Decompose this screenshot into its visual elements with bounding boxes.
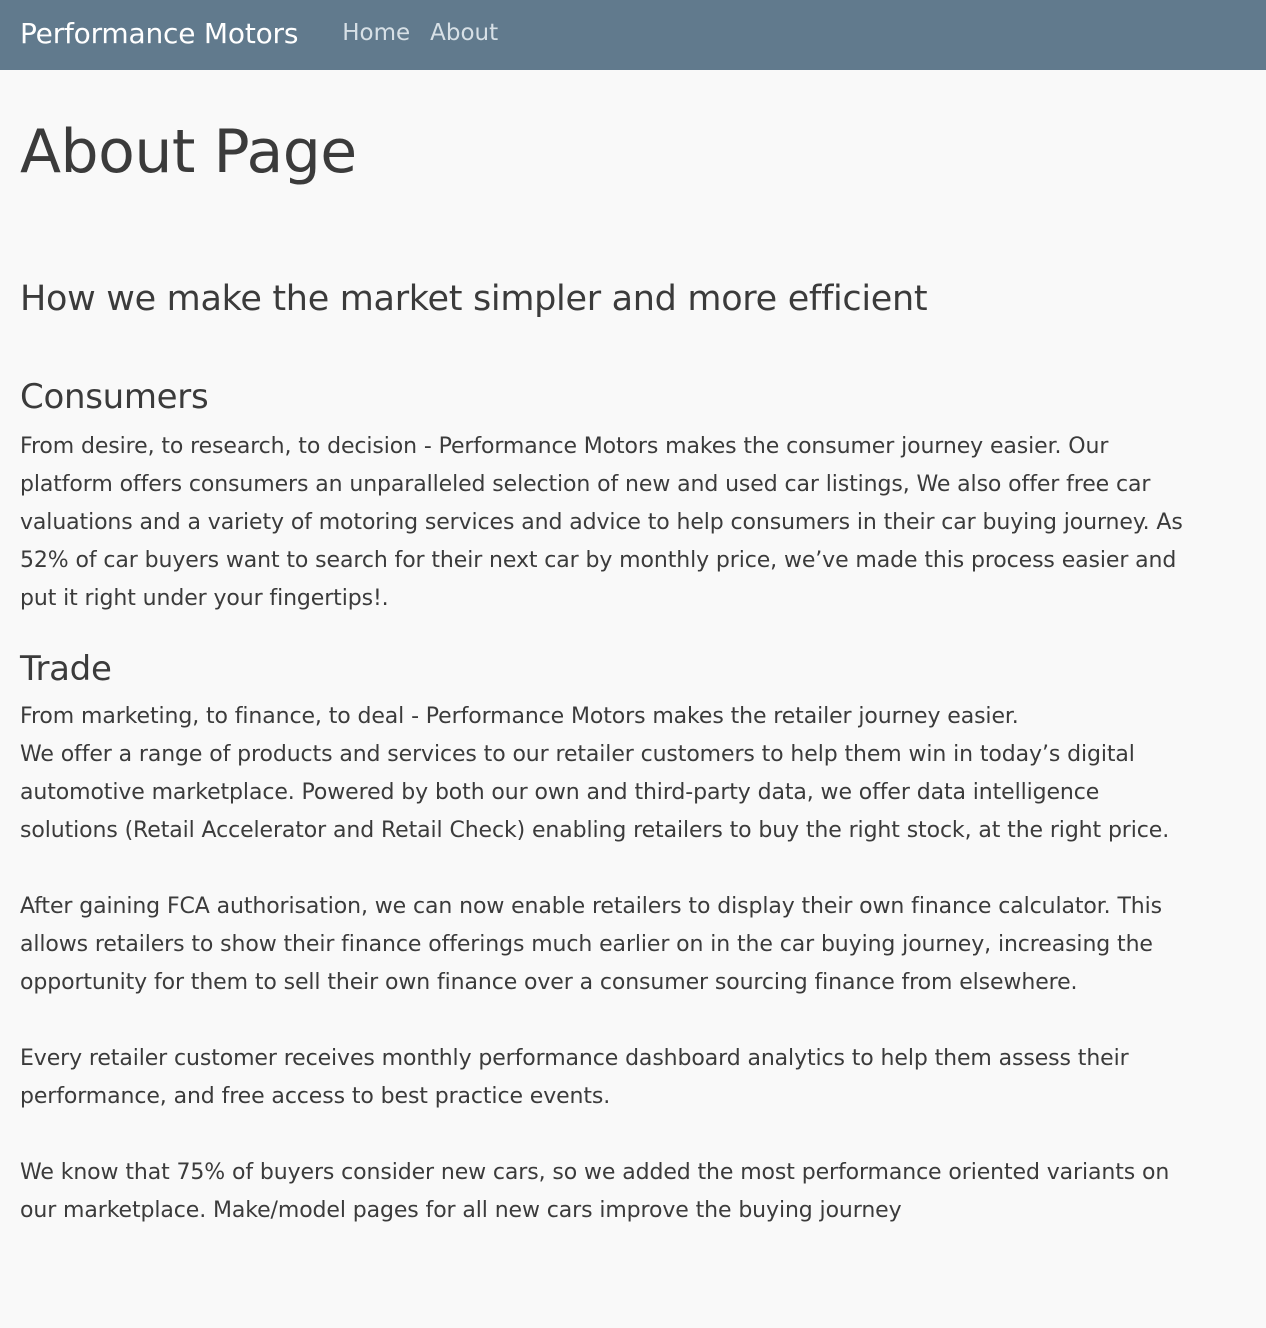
- trade-paragraph: We know that 75% of buyers consider new …: [20, 1160, 1170, 1223]
- trade-paragraph: We offer a range of products and service…: [20, 742, 1170, 843]
- page-subtitle: How we make the market simpler and more …: [20, 279, 928, 319]
- nav-link-home[interactable]: Home: [342, 20, 410, 46]
- navbar: Performance Motors Home About: [0, 0, 1266, 70]
- brand-link[interactable]: Performance Motors: [20, 17, 298, 50]
- trade-intro: From marketing, to finance, to deal - Pe…: [20, 704, 1019, 729]
- consumers-text: From desire, to research, to decision - …: [20, 434, 1183, 611]
- main-content: About Page How we make the market simple…: [0, 116, 1210, 1230]
- trade-section: Trade From marketing, to finance, to dea…: [20, 648, 1190, 1230]
- trade-heading: Trade: [20, 649, 112, 689]
- nav-link-about[interactable]: About: [430, 20, 498, 46]
- trade-paragraph: Every retailer customer receives monthly…: [20, 1046, 1129, 1109]
- page-title: About Page: [20, 117, 357, 187]
- consumers-heading: Consumers: [20, 377, 209, 417]
- trade-paragraph: After gaining FCA authorisation, we can …: [20, 894, 1162, 995]
- consumers-section: Consumers From desire, to research, to d…: [20, 376, 1190, 618]
